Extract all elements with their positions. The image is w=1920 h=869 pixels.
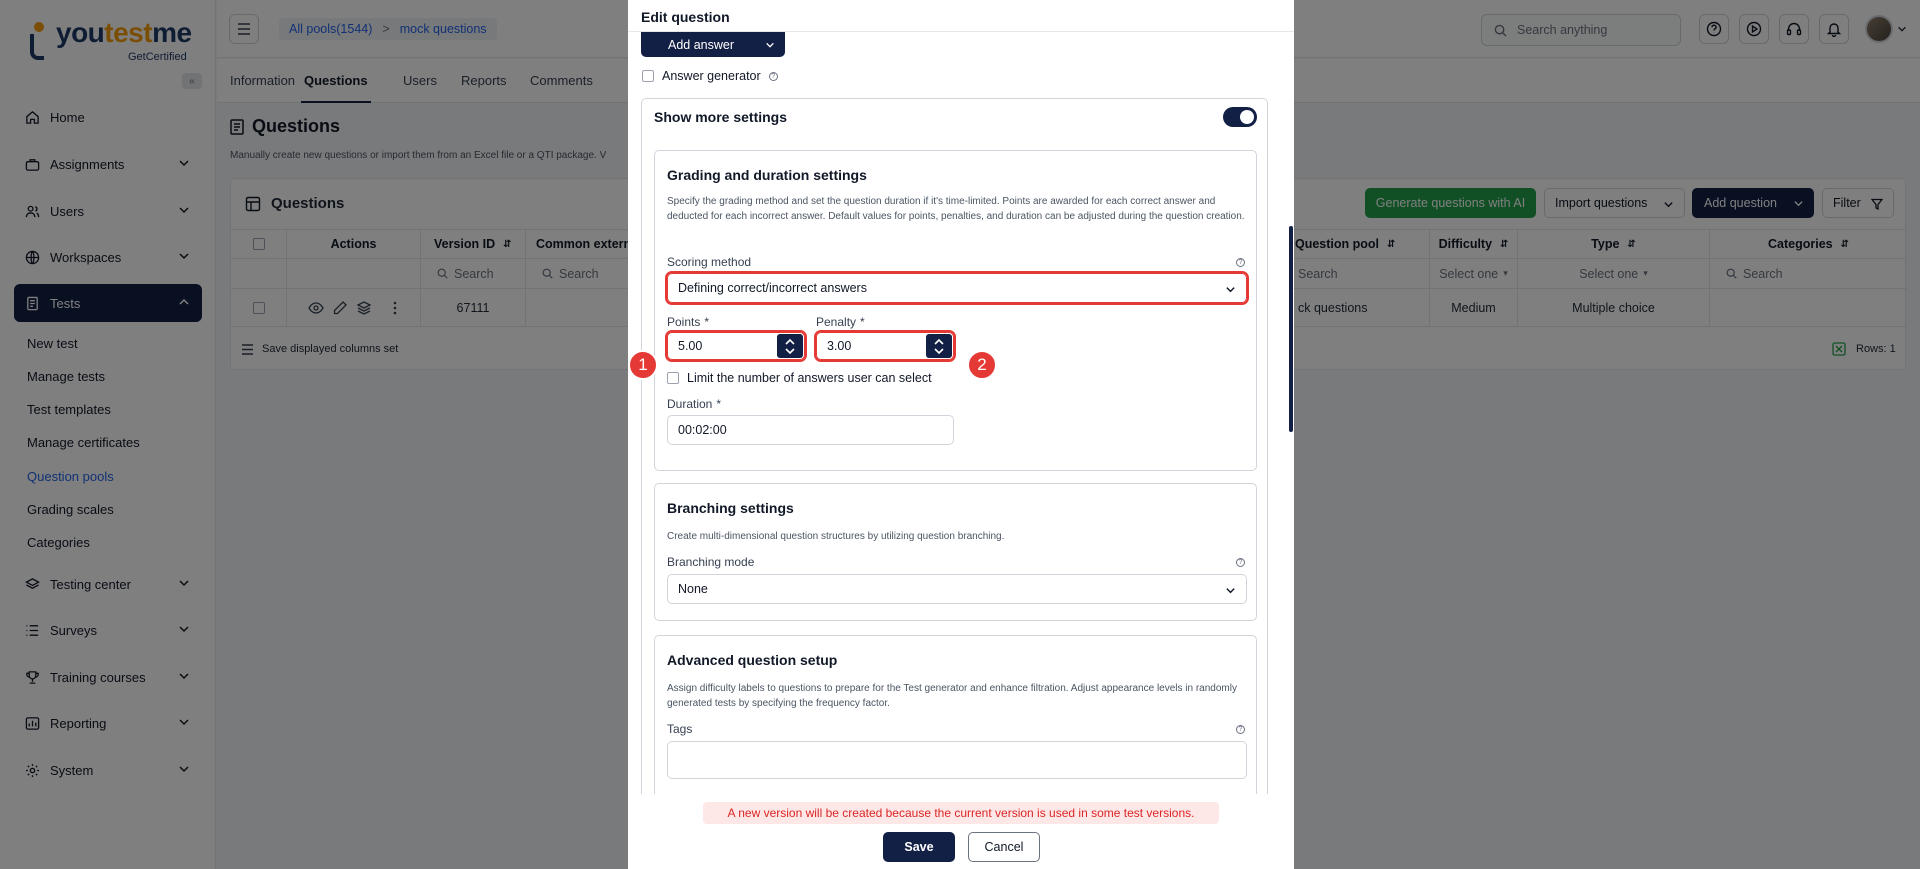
- show-more-settings-toggle[interactable]: [1223, 107, 1257, 127]
- chevron-up-icon[interactable]: [785, 338, 795, 345]
- modal-title: Edit question: [641, 9, 730, 25]
- limit-answers-label: Limit the number of answers user can sel…: [687, 371, 932, 385]
- points-label-text: Points: [667, 315, 701, 329]
- advanced-section-title: Advanced question setup: [667, 652, 838, 668]
- limit-answers-checkbox[interactable]: [667, 372, 679, 384]
- branching-mode-label: Branching mode: [667, 555, 755, 569]
- info-icon[interactable]: ?: [768, 71, 778, 81]
- show-more-settings-label: Show more settings: [654, 109, 788, 125]
- penalty-label-text: Penalty: [816, 315, 857, 329]
- required-marker: *: [860, 315, 865, 329]
- save-button[interactable]: Save: [883, 832, 955, 862]
- cancel-button[interactable]: Cancel: [968, 832, 1040, 862]
- tags-label: Tags: [667, 722, 693, 736]
- grading-duration-section: Grading and duration settings Specify th…: [654, 150, 1257, 471]
- points-stepper[interactable]: [777, 334, 803, 358]
- branching-section: Branching settings Create multi-dimensio…: [654, 483, 1257, 621]
- answer-generator-checkbox[interactable]: [642, 70, 654, 82]
- penalty-stepper[interactable]: [926, 334, 952, 358]
- points-value: 5.00: [678, 339, 703, 353]
- points-label: Points *: [667, 315, 709, 329]
- limit-answers-row: Limit the number of answers user can sel…: [667, 371, 932, 385]
- new-version-warning: A new version will be created because th…: [703, 802, 1219, 824]
- branching-section-description: Create multi-dimensional question struct…: [667, 531, 1005, 542]
- required-marker: *: [716, 397, 722, 411]
- modal-body: Add answer Answer generator ? Show more …: [628, 32, 1294, 794]
- duration-label-text: Duration: [667, 397, 713, 411]
- help-icon[interactable]: ?: [1236, 258, 1245, 267]
- points-input[interactable]: 5.00: [665, 330, 807, 362]
- add-answer-button[interactable]: Add answer: [641, 32, 785, 57]
- modal-header: Edit question: [628, 0, 1294, 32]
- required-marker: *: [704, 315, 710, 329]
- penalty-value: 3.00: [827, 339, 852, 353]
- chevron-down-icon[interactable]: [785, 347, 795, 355]
- duration-input[interactable]: 00:02:00: [667, 415, 954, 445]
- chevron-down-icon[interactable]: [934, 347, 944, 355]
- grading-section-title: Grading and duration settings: [667, 167, 867, 183]
- penalty-input[interactable]: 3.00: [814, 330, 956, 362]
- edit-question-modal: Edit question Add answer Answer generato…: [628, 0, 1294, 869]
- answer-generator-row: Answer generator ?: [642, 69, 778, 83]
- more-settings-box: Show more settings Grading and duration …: [641, 98, 1268, 794]
- chevron-down-icon: [1226, 588, 1235, 594]
- help-icon[interactable]: ?: [1236, 725, 1245, 734]
- chevron-up-icon[interactable]: [934, 338, 944, 345]
- answer-generator-label: Answer generator: [662, 69, 761, 83]
- chevron-down-icon: [1226, 287, 1235, 293]
- scoring-method-value: Defining correct/incorrect answers: [678, 281, 867, 295]
- penalty-label: Penalty *: [816, 315, 865, 329]
- chevron-down-icon: [766, 42, 774, 48]
- advanced-section-description: Assign difficulty labels to questions to…: [667, 683, 1237, 709]
- scoring-method-label: Scoring method: [667, 255, 752, 269]
- grading-section-description: Specify the grading method and set the q…: [667, 196, 1245, 222]
- add-answer-label: Add answer: [668, 37, 735, 52]
- branching-mode-select[interactable]: None: [667, 574, 1247, 604]
- modal-footer: A new version will be created because th…: [628, 794, 1294, 869]
- advanced-setup-section: Advanced question setup Assign difficult…: [654, 635, 1257, 794]
- branching-mode-value: None: [678, 582, 708, 596]
- modal-scrollbar[interactable]: [1289, 226, 1293, 432]
- scoring-method-select[interactable]: Defining correct/incorrect answers: [665, 271, 1249, 305]
- annotation-badge-2: 2: [967, 350, 997, 380]
- duration-label: Duration *: [667, 397, 721, 411]
- annotation-badge-1: 1: [628, 350, 658, 380]
- help-icon[interactable]: ?: [1236, 558, 1245, 567]
- branching-section-title: Branching settings: [667, 500, 794, 516]
- tags-input[interactable]: [667, 741, 1247, 779]
